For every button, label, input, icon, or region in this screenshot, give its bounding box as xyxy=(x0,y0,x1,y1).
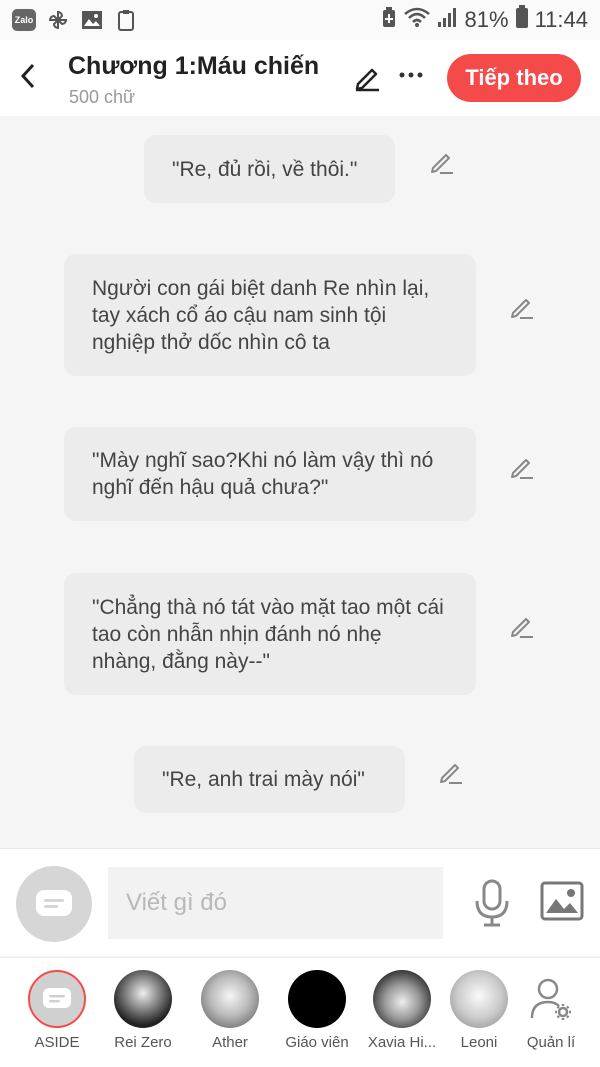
message-bubble[interactable]: Người con gái biệt danh Re nhìn lại, tay… xyxy=(64,254,476,376)
battery-saver-icon xyxy=(381,6,397,34)
avatar xyxy=(201,970,259,1028)
more-options-button[interactable] xyxy=(398,60,428,90)
character-manage[interactable]: Quản lí xyxy=(510,958,592,1067)
message-bubble[interactable]: "Re, đủ rồi, về thôi." xyxy=(144,135,395,203)
pinwheel-icon xyxy=(46,8,70,32)
image-icon xyxy=(540,881,584,921)
gallery-icon xyxy=(80,8,104,32)
pencil-icon xyxy=(511,459,533,479)
clipboard-icon xyxy=(114,8,138,32)
chat-bubble-icon xyxy=(36,890,72,916)
pencil-icon xyxy=(511,618,533,638)
character-giao-vien[interactable]: Giáo viên xyxy=(276,958,358,1067)
pencil-icon xyxy=(431,154,453,174)
character-label: Giáo viên xyxy=(285,1034,349,1051)
chat-bubble-icon xyxy=(43,988,71,1008)
wifi-icon xyxy=(403,6,431,34)
battery-percent: 81% xyxy=(464,7,509,32)
avatar xyxy=(450,970,508,1028)
more-horizontal-icon xyxy=(399,72,423,78)
character-label: Rei Zero xyxy=(114,1034,172,1051)
chapter-header: Chương 1:Máu chiến 500 chữ Tiếp theo xyxy=(0,40,600,116)
pencil-icon xyxy=(511,299,533,319)
pencil-icon xyxy=(440,764,462,784)
microphone-button[interactable] xyxy=(472,879,512,927)
status-bar: Zalo 81% 11:44 xyxy=(0,0,600,40)
zalo-icon: Zalo xyxy=(12,9,36,31)
next-chapter-button[interactable]: Tiếp theo xyxy=(447,54,581,102)
character-label: Quản lí xyxy=(526,1034,576,1051)
message-input[interactable] xyxy=(108,867,443,939)
message-bubble[interactable]: "Re, anh trai mày nói" xyxy=(134,746,405,813)
character-leoni[interactable]: Leoni xyxy=(438,958,520,1067)
edit-message-button[interactable] xyxy=(437,758,465,786)
microphone-icon xyxy=(475,879,509,927)
edit-message-button[interactable] xyxy=(508,453,536,481)
avatar xyxy=(28,970,86,1028)
edit-message-button[interactable] xyxy=(508,293,536,321)
insert-image-button[interactable] xyxy=(540,881,584,921)
character-label: Ather xyxy=(212,1034,248,1051)
character-ather[interactable]: Ather xyxy=(189,958,271,1067)
avatar xyxy=(114,970,172,1028)
pencil-icon xyxy=(355,68,379,92)
battery-icon xyxy=(515,5,529,35)
character-aside[interactable]: ASIDE xyxy=(16,958,98,1067)
edit-message-button[interactable] xyxy=(428,148,456,176)
avatar xyxy=(288,970,346,1028)
message-list[interactable]: "Re, đủ rồi, về thôi." Người con gái biệ… xyxy=(0,116,600,848)
edit-message-button[interactable] xyxy=(508,612,536,640)
aside-mode-button[interactable] xyxy=(16,866,92,942)
clock: 11:44 xyxy=(534,7,588,32)
avatar xyxy=(522,970,580,1028)
chevron-left-icon xyxy=(20,63,35,89)
character-bar: ASIDE Rei Zero Ather Giáo viên Xavia Hi.… xyxy=(0,957,600,1067)
message-bubble[interactable]: "Chẳng thà nó tát vào mặt tao một cái ta… xyxy=(64,573,476,695)
avatar xyxy=(373,970,431,1028)
character-label: Leoni xyxy=(460,1034,498,1051)
message-bubble[interactable]: "Mày nghĩ sao?Khi nó làm vậy thì nó nghĩ… xyxy=(64,427,476,521)
composer-bar xyxy=(0,848,600,956)
chapter-title: Chương 1:Máu chiến xyxy=(68,52,320,80)
back-button[interactable] xyxy=(12,58,44,94)
signal-icon xyxy=(437,6,459,34)
character-label: Xavia Hi... xyxy=(367,1034,437,1051)
character-rei-zero[interactable]: Rei Zero xyxy=(102,958,184,1067)
character-label: ASIDE xyxy=(34,1034,80,1051)
word-count: 500 chữ xyxy=(69,87,136,107)
character-xavia[interactable]: Xavia Hi... xyxy=(361,958,443,1067)
user-settings-icon xyxy=(530,978,571,1020)
edit-title-button[interactable] xyxy=(352,62,384,94)
